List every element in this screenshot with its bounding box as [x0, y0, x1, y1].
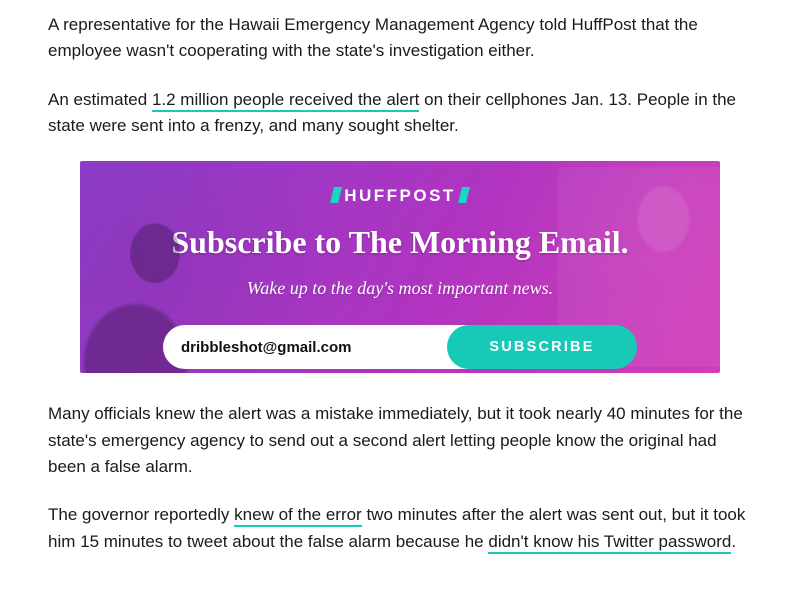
- article-body: A representative for the Hawaii Emergenc…: [0, 0, 800, 555]
- text-run: An estimated: [48, 90, 152, 109]
- paragraph: The governor reportedly knew of the erro…: [48, 502, 752, 555]
- paragraph: A representative for the Hawaii Emergenc…: [48, 12, 752, 65]
- paragraph: Many officials knew the alert was a mist…: [48, 401, 752, 480]
- subscribe-form: SUBSCRIBE: [163, 325, 637, 369]
- newsletter-promo-card: HUFFPOST Subscribe to The Morning Email.…: [80, 161, 720, 373]
- subscribe-button[interactable]: SUBSCRIBE: [447, 325, 637, 369]
- inline-link-twitter-password[interactable]: didn't know his Twitter password: [488, 532, 731, 554]
- inline-link-alert-recipients[interactable]: 1.2 million people received the alert: [152, 90, 419, 112]
- email-field[interactable]: [163, 325, 473, 369]
- inline-link-knew-of-error[interactable]: knew of the error: [234, 505, 362, 527]
- text-run: The governor reportedly: [48, 505, 234, 524]
- paragraph: An estimated 1.2 million people received…: [48, 87, 752, 140]
- text-run: .: [731, 532, 736, 551]
- brand-wordmark: HUFFPOST: [332, 183, 468, 209]
